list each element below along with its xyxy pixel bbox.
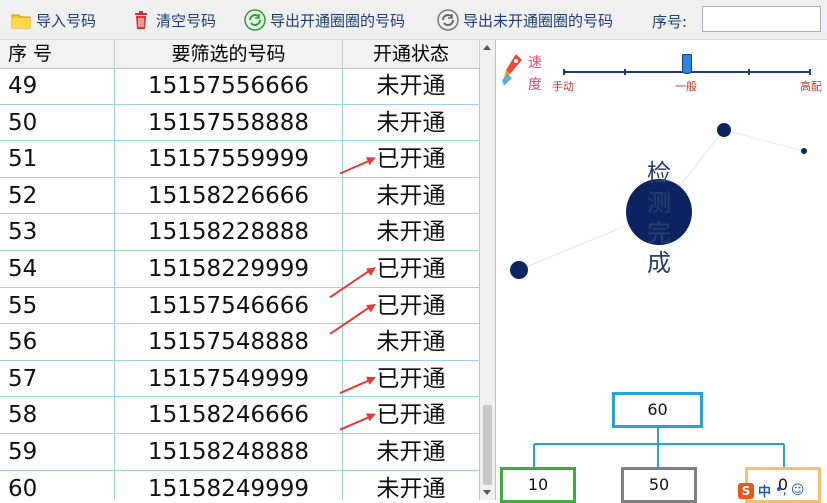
cell-number: 15157559999: [115, 141, 343, 178]
seq-input[interactable]: [702, 6, 821, 32]
status-char: 完: [647, 219, 671, 247]
status-char: 测: [647, 189, 671, 217]
cell-seq: 58: [0, 397, 115, 434]
table-row[interactable]: 60 15158249999 未开通: [0, 470, 480, 500]
cell-number: 15157549999: [115, 360, 343, 397]
progress-panel: 速 度 手动 一般 高配 检 测 完 成 60 10 50 0: [496, 40, 827, 503]
scroll-down-icon[interactable]: [483, 490, 491, 495]
header-seq[interactable]: 序 号: [0, 40, 115, 68]
export-unopened-button[interactable]: 导出未开通圈圈的号码: [437, 8, 613, 32]
table-row[interactable]: 56 15157548888 未开通: [0, 324, 480, 361]
cell-seq: 55: [0, 287, 115, 324]
toolbar: 导入号码 清空号码 导出开通圈圈的号码 导出未开通圈圈的号码 序号:: [0, 0, 827, 40]
table-row[interactable]: 52 15158226666 未开通: [0, 177, 480, 215]
tree-root-node: 60: [612, 392, 703, 428]
export-unopened-label: 导出未开通圈圈的号码: [463, 11, 614, 30]
table-row[interactable]: 59 15158248888 未开通: [0, 434, 480, 471]
import-label: 导入号码: [36, 11, 97, 30]
export-open-button[interactable]: 导出开通圈圈的号码: [244, 8, 405, 32]
cell-status: 未开通: [343, 177, 480, 214]
header-number[interactable]: 要筛选的号码: [115, 40, 343, 68]
table-row[interactable]: 50 15157558888 未开通: [0, 104, 480, 142]
clear-button[interactable]: 清空号码: [130, 8, 216, 32]
cell-seq: 56: [0, 324, 115, 361]
table-header: 序 号 要筛选的号码 开通状态: [0, 40, 480, 69]
table-row[interactable]: 53 15158228888 未开通: [0, 214, 480, 251]
cell-status: 已开通: [343, 141, 480, 178]
table-row[interactable]: 54 15158229999 已开通: [0, 251, 480, 288]
table-row[interactable]: 57 15157549999 已开通: [0, 360, 480, 398]
cell-number: 15157558888: [115, 104, 343, 141]
cell-seq: 49: [0, 68, 115, 104]
status-char: 检: [647, 159, 671, 187]
scroll-up-icon[interactable]: [483, 45, 491, 50]
cell-seq: 51: [0, 141, 115, 178]
cell-number: 15157546666: [115, 287, 343, 324]
refresh-gray-icon: [437, 9, 459, 31]
scroll-thumb[interactable]: [483, 405, 492, 485]
folder-icon: [10, 9, 32, 31]
cell-seq: 54: [0, 251, 115, 287]
number-table: 序 号 要筛选的号码 开通状态 49 15157556666 未开通 50 151575…: [0, 40, 496, 500]
sogou-icon: S: [738, 482, 754, 499]
cell-status: 未开通: [343, 104, 480, 141]
cell-number: 15158229999: [115, 251, 343, 287]
cell-status: 未开通: [343, 214, 480, 251]
cell-status: 已开通: [343, 397, 480, 434]
export-open-label: 导出开通圈圈的号码: [270, 11, 406, 30]
vertical-scrollbar[interactable]: [480, 40, 495, 500]
table-row[interactable]: 55 15157546666 已开通: [0, 287, 480, 325]
cell-seq: 57: [0, 360, 115, 397]
tree-child-node: 10: [500, 467, 576, 503]
cell-seq: 53: [0, 214, 115, 251]
cell-number: 15158249999: [115, 470, 343, 500]
cell-status: 未开通: [343, 324, 480, 361]
cell-seq: 59: [0, 434, 115, 470]
cell-number: 15158248888: [115, 434, 343, 470]
cell-seq: 52: [0, 177, 115, 214]
seq-label: 序号:: [652, 13, 688, 31]
ime-mode[interactable]: 中: [758, 481, 771, 500]
node-dot: [717, 123, 731, 137]
refresh-green-icon: [244, 9, 266, 31]
cell-status: 未开通: [343, 68, 480, 104]
table-row[interactable]: 49 15157556666 未开通: [0, 68, 480, 105]
table-row[interactable]: 58 15158246666 已开通: [0, 397, 480, 434]
cell-number: 15157548888: [115, 324, 343, 361]
cell-status: 已开通: [343, 251, 480, 287]
node-dot: [801, 148, 807, 154]
table-row[interactable]: 51 15157559999 已开通: [0, 141, 480, 178]
node-dot: [510, 261, 528, 279]
cell-number: 15157556666: [115, 68, 343, 104]
cell-number: 15158228888: [115, 214, 343, 251]
header-status[interactable]: 开通状态: [343, 40, 480, 68]
punctuation-icon[interactable]: •,: [775, 483, 787, 498]
detect-complete-text: 检 测 完 成: [644, 158, 674, 278]
trash-icon: [130, 9, 152, 31]
cell-status: 已开通: [343, 287, 480, 324]
emoji-icon[interactable]: ☺: [791, 483, 805, 498]
clear-label: 清空号码: [156, 11, 217, 30]
cell-status: 未开通: [343, 470, 480, 500]
cell-seq: 50: [0, 104, 115, 141]
cell-status: 已开通: [343, 360, 480, 397]
cell-number: 15158226666: [115, 177, 343, 214]
import-button[interactable]: 导入号码: [10, 8, 96, 32]
cell-status: 未开通: [343, 434, 480, 470]
status-char: 成: [647, 249, 671, 277]
tree-child-node: 50: [621, 467, 697, 503]
cell-seq: 60: [0, 470, 115, 500]
ime-toolbar[interactable]: S 中 •, ☺: [738, 481, 827, 500]
cell-number: 15158246666: [115, 397, 343, 434]
